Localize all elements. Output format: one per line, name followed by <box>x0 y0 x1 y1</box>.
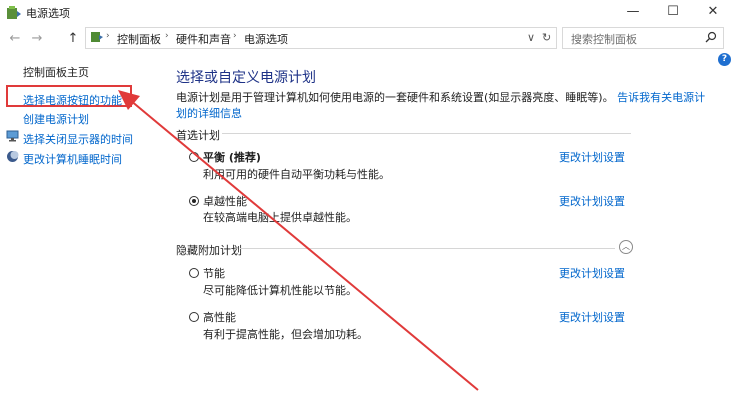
preferred-plans-label: 首选计划 <box>176 129 220 142</box>
plan-description: 尽可能降低计算机性能以节能。 <box>203 284 357 297</box>
forward-arrow-icon[interactable]: → <box>28 30 46 48</box>
plan-name[interactable]: 平衡 (推荐) <box>203 149 261 165</box>
section-divider <box>240 248 615 249</box>
plan-name[interactable]: 高性能 <box>203 309 236 325</box>
plan-description: 在较高端电脑上提供卓越性能。 <box>203 211 357 224</box>
description: 电源计划是用于管理计算机如何使用电源的一套硬件和系统设置(如显示器亮度、睡眠等)… <box>176 90 705 105</box>
plan-radio-power-saver[interactable] <box>189 268 199 278</box>
search-icon[interactable] <box>705 31 717 43</box>
breadcrumb-separator-icon: › <box>233 31 237 41</box>
up-arrow-icon[interactable]: ↑ <box>64 30 82 48</box>
breadcrumb-item[interactable]: 硬件和声音 <box>176 31 231 47</box>
plan-description: 有利于提高性能，但会增加功耗。 <box>203 328 368 341</box>
close-button[interactable]: ✕ <box>693 0 733 26</box>
breadcrumb-separator-icon: › <box>106 31 110 41</box>
learn-more-link-continued[interactable]: 划的详细信息 <box>176 105 242 121</box>
address-dropdown-icon[interactable]: ∨ <box>527 31 535 44</box>
control-panel-icon <box>91 32 103 42</box>
refresh-icon[interactable]: ↻ <box>542 31 551 44</box>
moon-icon <box>7 151 19 162</box>
sidebar-item-create-plan[interactable]: 创建电源计划 <box>23 111 89 127</box>
description-text: 电源计划是用于管理计算机如何使用电源的一套硬件和系统设置(如显示器亮度、睡眠等)… <box>176 91 614 104</box>
minimize-button[interactable]: — <box>613 0 653 26</box>
breadcrumb-separator-icon: › <box>165 31 169 41</box>
section-divider <box>222 133 631 134</box>
back-arrow-icon[interactable]: ← <box>6 30 24 48</box>
change-plan-settings-link[interactable]: 更改计划设置 <box>559 193 625 209</box>
change-plan-settings-link[interactable]: 更改计划设置 <box>559 265 625 281</box>
address-bar[interactable]: › 控制面板 › 硬件和声音 › 电源选项 ∨ ↻ <box>85 27 557 49</box>
plan-name[interactable]: 节能 <box>203 265 225 281</box>
plan-radio-high-performance[interactable] <box>189 312 199 322</box>
window-title: 电源选项 <box>26 7 70 20</box>
sidebar-item-home[interactable]: 控制面板主页 <box>23 64 89 80</box>
collapse-chevron-icon[interactable]: ︿ <box>619 240 633 254</box>
power-options-icon <box>7 6 21 19</box>
change-plan-settings-link[interactable]: 更改计划设置 <box>559 149 625 165</box>
search-placeholder: 搜索控制面板 <box>571 33 637 46</box>
plan-radio-balanced[interactable] <box>189 152 199 162</box>
breadcrumb-item[interactable]: 电源选项 <box>244 31 288 47</box>
maximize-button[interactable]: ☐ <box>653 0 693 26</box>
plan-description: 利用可用的硬件自动平衡功耗与性能。 <box>203 168 390 181</box>
learn-more-link[interactable]: 告诉我有关电源计 <box>617 91 705 104</box>
sidebar-item-power-button[interactable]: 选择电源按钮的功能 <box>23 92 122 108</box>
title-bar: 电源选项 — ☐ ✕ <box>0 0 733 26</box>
search-input[interactable]: 搜索控制面板 <box>562 27 724 49</box>
plan-name[interactable]: 卓越性能 <box>203 193 247 209</box>
sidebar-item-sleep-time[interactable]: 更改计算机睡眠时间 <box>23 151 122 167</box>
help-icon[interactable]: ? <box>718 53 731 66</box>
monitor-icon <box>6 130 19 142</box>
breadcrumb-item[interactable]: 控制面板 <box>117 31 161 47</box>
sidebar-item-display-off[interactable]: 选择关闭显示器的时间 <box>23 131 133 147</box>
page-title: 选择或自定义电源计划 <box>176 70 316 86</box>
hidden-plans-label: 隐藏附加计划 <box>176 244 242 257</box>
change-plan-settings-link[interactable]: 更改计划设置 <box>559 309 625 325</box>
plan-radio-ultimate[interactable] <box>189 196 199 206</box>
